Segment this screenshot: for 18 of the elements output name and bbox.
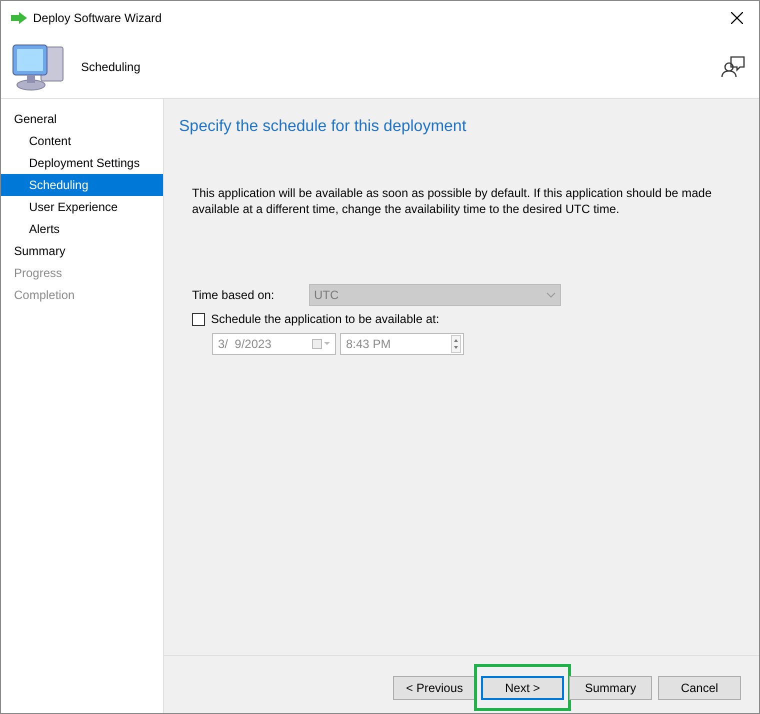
wizard-button[interactable]: Next > (481, 676, 564, 700)
description-text: This application will be available as soon as possible by default. If this application should be made available at a different time, change the availability time to the desired UTC time. (191, 185, 713, 217)
checkbox[interactable] (192, 312, 205, 326)
section-heading: Specify the schedule for this deployment (179, 117, 468, 137)
window-title: Deploy Software Wizard (33, 10, 162, 27)
page-title: Scheduling (81, 58, 140, 76)
nav-item[interactable]: Scheduling (1, 174, 163, 196)
calendar-icon (312, 339, 330, 349)
arrow-icon (11, 12, 27, 24)
wizard-button[interactable]: < Previous (393, 676, 476, 700)
wizard-button[interactable]: Cancel (658, 676, 741, 700)
close-icon (731, 12, 743, 24)
user-feedback-icon[interactable] (721, 56, 745, 78)
checkbox-label: Schedule the application to be available at: (211, 311, 440, 328)
spinner-icon (451, 335, 461, 353)
wizard-button[interactable]: Summary (569, 676, 652, 700)
chevron-down-icon (546, 292, 556, 298)
field-label: Time based on: (192, 287, 276, 304)
